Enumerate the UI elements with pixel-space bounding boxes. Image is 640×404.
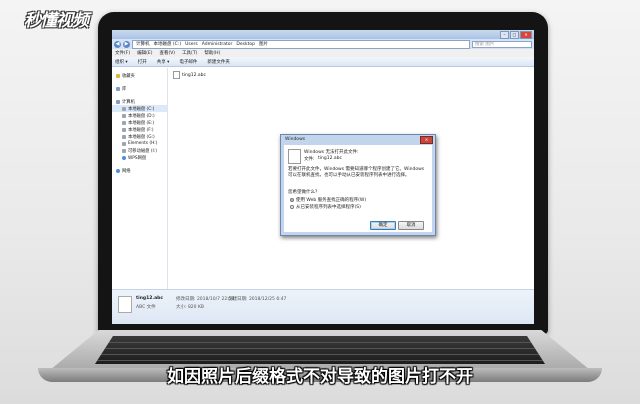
sidebar-item-favorites[interactable]: 收藏夹 <box>112 72 167 79</box>
sidebar-item-label: 可移动磁盘 (I:) <box>128 148 157 154</box>
breadcrumb-computer[interactable]: 计算机 <box>136 41 150 47</box>
file-name: ting12.abc <box>182 72 206 78</box>
menu-file[interactable]: 文件(F) <box>115 50 130 56</box>
option-label: 从已安装程序列表中选择程序(S) <box>296 205 361 210</box>
share-button[interactable]: 共享 ▾ <box>157 59 170 65</box>
radio-selected-icon <box>290 198 294 202</box>
sidebar-item-computer[interactable]: 计算机 <box>112 98 167 105</box>
sidebar-item-label: 收藏夹 <box>122 73 135 79</box>
menu-edit[interactable]: 编辑(E) <box>137 50 152 56</box>
network-icon <box>116 168 120 173</box>
sidebar-item-drive-h[interactable]: Elements (H:) <box>112 140 167 147</box>
email-button[interactable]: 电子邮件 <box>179 59 197 65</box>
details-file-type: ABC 文件 <box>136 305 156 310</box>
sidebar-item-drive-f[interactable]: 本地磁盘 (F:) <box>112 126 167 133</box>
sidebar-item-libraries[interactable]: 库 <box>112 85 167 92</box>
dialog-close-button[interactable]: ✕ <box>420 136 433 144</box>
dialog-file-name: ting12.abc <box>318 156 342 161</box>
library-icon <box>116 86 120 91</box>
option-label: 使用 Web 服务查找正确的程序(W) <box>296 198 367 203</box>
close-button[interactable]: ✕ <box>520 31 532 39</box>
sidebar-item-label: 计算机 <box>122 99 135 105</box>
maximize-button[interactable]: □ <box>510 31 519 39</box>
sidebar-item-drive-g[interactable]: 本地磁盘 (G:) <box>112 133 167 140</box>
details-modified: 修改日期: 2018/10/7 22:58 <box>176 297 235 302</box>
command-bar: 组织 ▾ 打开 共享 ▾ 电子邮件 新建文件夹 <box>112 57 534 67</box>
sidebar-item-label: 库 <box>122 86 127 92</box>
option-installed-programs[interactable]: 从已安装程序列表中选择程序(S) <box>290 204 361 210</box>
breadcrumb-users[interactable]: Users <box>185 42 198 47</box>
drive-icon <box>122 113 126 118</box>
drive-icon <box>122 148 126 153</box>
video-caption: 如因照片后缀格式不对导致的图片打不开 <box>167 367 473 387</box>
cancel-button[interactable]: 取消 <box>398 221 424 230</box>
dialog-message: 若要打开此文件，Windows 需要知道哪个程序创建了它。Windows 可以在… <box>288 167 425 178</box>
sidebar-item-wps[interactable]: WPS网盘 <box>112 154 167 161</box>
drive-icon <box>122 134 126 139</box>
ok-button[interactable]: 确定 <box>370 221 396 230</box>
sidebar-item-drive-i[interactable]: 可移动磁盘 (I:) <box>112 147 167 154</box>
dialog-file-label: 文件: <box>304 157 315 162</box>
address-bar[interactable]: 计算机 本地磁盘 (C:) Users Administrator Deskto… <box>132 39 470 49</box>
dialog-question: 您希望做什么？ <box>288 190 320 195</box>
sidebar-item-drive-c[interactable]: 本地磁盘 (C:) <box>112 105 167 112</box>
option-web-service[interactable]: 使用 Web 服务查找正确的程序(W) <box>290 197 366 203</box>
back-button[interactable]: ◀ <box>114 40 121 48</box>
sidebar-item-label: 本地磁盘 (E:) <box>128 120 155 126</box>
screen: – □ ✕ ◀ ▶ 计算机 本地磁盘 (C:) Users Administra… <box>112 30 534 324</box>
breadcrumb-drive-c[interactable]: 本地磁盘 (C:) <box>154 41 182 47</box>
drive-icon <box>122 120 126 125</box>
open-button[interactable]: 打开 <box>138 59 147 65</box>
sidebar-item-network[interactable]: 网络 <box>112 167 167 174</box>
breadcrumb-administrator[interactable]: Administrator <box>202 42 233 47</box>
navigation-pane: 收藏夹 库 计算机 本地磁盘 (C:) 本地磁盘 (D:) 本地磁盘 (E:) … <box>112 68 168 290</box>
forward-button[interactable]: ▶ <box>123 40 130 48</box>
keyboard <box>95 336 545 364</box>
minimize-button[interactable]: – <box>500 31 509 39</box>
sidebar-item-label: 本地磁盘 (D:) <box>128 113 155 119</box>
search-input[interactable]: 搜索 图片 <box>472 40 532 48</box>
organize-button[interactable]: 组织 ▾ <box>115 59 128 65</box>
sidebar-item-drive-e[interactable]: 本地磁盘 (E:) <box>112 119 167 126</box>
dialog-title: Windows <box>285 137 306 142</box>
details-size: 大小: 820 KB <box>176 305 205 310</box>
breadcrumb-desktop[interactable]: Desktop <box>236 42 255 47</box>
drive-icon <box>122 106 126 111</box>
radio-icon <box>290 205 294 209</box>
file-item[interactable]: ting12.abc <box>173 71 206 79</box>
drive-icon <box>122 141 126 146</box>
sidebar-item-label: 本地磁盘 (C:) <box>128 106 155 112</box>
details-pane: ting12.abc ABC 文件 修改日期: 2018/10/7 22:58 … <box>112 289 534 324</box>
open-with-dialog: Windows ✕ Windows 无法打开此文件: 文件: ting12.ab… <box>280 134 436 236</box>
sidebar-item-label: 本地磁盘 (G:) <box>128 134 155 140</box>
sidebar-item-label: WPS网盘 <box>128 155 147 161</box>
file-icon <box>173 71 180 79</box>
dialog-heading: Windows 无法打开此文件: <box>304 150 359 155</box>
sidebar-item-label: 本地磁盘 (F:) <box>128 127 154 133</box>
sidebar-item-label: 网络 <box>122 168 131 174</box>
drive-icon <box>122 127 126 132</box>
file-icon <box>118 296 132 313</box>
details-created: 创建日期: 2018/12/25 6:47 <box>228 297 287 302</box>
details-file-name: ting12.abc <box>136 296 164 301</box>
breadcrumb-pictures[interactable]: 图片 <box>259 41 268 47</box>
address-row: ◀ ▶ 计算机 本地磁盘 (C:) Users Administrator De… <box>112 39 534 49</box>
explorer-titlebar: – □ ✕ <box>112 30 534 39</box>
menu-bar: 文件(F) 编辑(E) 查看(V) 工具(T) 帮助(H) <box>112 49 534 57</box>
computer-icon <box>116 99 120 104</box>
sidebar-item-label: Elements (H:) <box>128 141 158 146</box>
star-icon <box>116 73 120 78</box>
file-icon <box>288 149 301 164</box>
menu-tools[interactable]: 工具(T) <box>182 50 197 56</box>
menu-view[interactable]: 查看(V) <box>159 50 175 56</box>
cloud-icon <box>122 155 126 160</box>
sidebar-item-drive-d[interactable]: 本地磁盘 (D:) <box>112 112 167 119</box>
new-folder-button[interactable]: 新建文件夹 <box>207 59 230 65</box>
menu-help[interactable]: 帮助(H) <box>204 50 220 56</box>
watermark-logo: 秒懂视频 <box>24 11 89 31</box>
